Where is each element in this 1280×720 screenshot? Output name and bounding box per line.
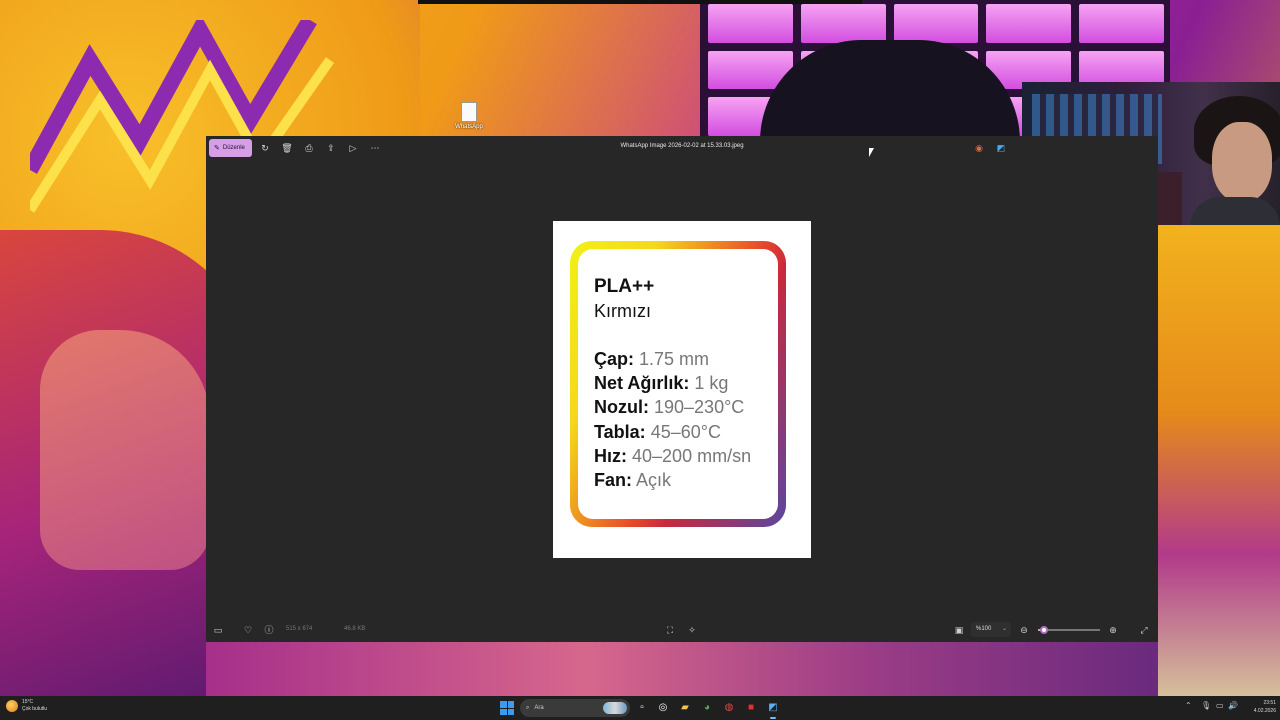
spec-diameter: Çap: 1.75 mm bbox=[594, 349, 710, 369]
spec-speed: Hız: 40–200 mm/sn bbox=[594, 445, 752, 466]
clock-time: 23:51 bbox=[1263, 700, 1276, 706]
zoom-slider[interactable] bbox=[1038, 626, 1100, 634]
taskbar-search[interactable]: ⌕ Ara bbox=[520, 699, 630, 717]
wallpaper-bottom bbox=[206, 642, 1158, 696]
weather-temp: 15°C bbox=[22, 699, 34, 705]
zoom-in-icon[interactable]: ⊕ bbox=[1107, 624, 1119, 636]
file-size: 46.8 KB bbox=[344, 626, 366, 632]
chevron-down-icon: ⌄ bbox=[1001, 626, 1007, 632]
image-canvas[interactable]: PLA++ Kırmızı Çap: 1.75 mm Net Ağırlık: … bbox=[206, 160, 1158, 618]
search-icon: ⌕ bbox=[526, 704, 530, 711]
filament-type: PLA++ bbox=[594, 276, 655, 297]
search-placeholder: Ara bbox=[534, 705, 544, 711]
wallpaper-right-panel bbox=[1157, 225, 1280, 696]
network-icon[interactable]: ▭ bbox=[1216, 701, 1224, 710]
photos-app-icon[interactable]: ◩ bbox=[765, 700, 781, 719]
chrome-icon[interactable]: ◕ bbox=[699, 700, 715, 716]
spec-bed: Tabla: 45–60°C bbox=[594, 421, 721, 442]
fullscreen-icon[interactable]: ⤢ bbox=[1138, 624, 1150, 636]
top-window-edge bbox=[418, 0, 862, 4]
wallpaper-hand bbox=[40, 330, 210, 570]
webcam-person-face bbox=[1212, 122, 1272, 202]
copilot-icon[interactable]: ◉ bbox=[973, 142, 985, 154]
info-icon[interactable]: ⓘ bbox=[263, 624, 275, 636]
filament-label-inner: PLA++ Kırmızı Çap: 1.75 mm Net Ağırlık: … bbox=[578, 249, 778, 519]
desktop-file-label: WhatsApp bbox=[455, 124, 483, 130]
recorder-icon[interactable]: ■ bbox=[743, 700, 759, 716]
spec-nozzle: Nozul: 190–230°C bbox=[594, 397, 745, 418]
crop-icon[interactable]: ⛶ bbox=[664, 624, 676, 636]
weather-icon bbox=[6, 700, 18, 712]
zoom-slider-thumb[interactable] bbox=[1040, 626, 1049, 634]
desktop-file-icon[interactable]: WhatsApp bbox=[452, 102, 486, 130]
enhance-icon[interactable]: ✧ bbox=[686, 624, 698, 636]
file-icon bbox=[461, 102, 477, 122]
image-dimensions: 515 x 674 bbox=[286, 626, 313, 632]
zoom-value: %100 bbox=[976, 626, 992, 632]
edit-with-app-icon[interactable]: ◩ bbox=[995, 142, 1007, 154]
task-view-icon[interactable]: ▫ bbox=[634, 700, 650, 716]
tray-overflow-icon[interactable]: ⌃ bbox=[1185, 701, 1192, 710]
zoom-select[interactable]: %100 ⌄ bbox=[971, 622, 1011, 637]
obs-icon[interactable]: ◎ bbox=[655, 700, 671, 716]
app-red-icon[interactable]: ◍ bbox=[721, 700, 737, 716]
filmstrip-icon[interactable]: ▭ bbox=[212, 624, 224, 636]
spec-weight: Net Ağırlık: 1 kg bbox=[594, 373, 729, 394]
weather-widget[interactable]: 15°C Çok bulutlu bbox=[6, 699, 47, 713]
mouse-cursor bbox=[869, 148, 874, 157]
filament-label: PLA++ Kırmızı Çap: 1.75 mm Net Ağırlık: … bbox=[570, 241, 786, 527]
file-explorer-icon[interactable]: ▰ bbox=[677, 700, 693, 716]
taskbar: 15°C Çok bulutlu ⌕ Ara ▫ ◎ ▰ ◕ ◍ ■ ◩ ⌃ 🎙… bbox=[0, 696, 1280, 720]
start-button[interactable] bbox=[500, 701, 514, 715]
window-title: WhatsApp Image 2026-02-02 at 15.33.03.jp… bbox=[620, 143, 744, 149]
spec-fan: Fan: Açık bbox=[594, 470, 672, 491]
favorite-heart-icon[interactable]: ♡ bbox=[242, 624, 254, 636]
displayed-image: PLA++ Kırmızı Çap: 1.75 mm Net Ağırlık: … bbox=[553, 221, 811, 558]
search-highlight-icon bbox=[603, 702, 627, 714]
clock-date: 4.02.2026 bbox=[1253, 708, 1276, 714]
weather-desc: Çok bulutlu bbox=[22, 706, 48, 712]
taskbar-clock[interactable]: 23:51 4.02.2026 bbox=[1236, 699, 1276, 715]
zoom-out-icon[interactable]: ⊖ bbox=[1018, 624, 1030, 636]
microphone-icon[interactable]: 🎙 bbox=[1201, 701, 1211, 710]
app-toolbar: ✎ Düzenle ↻ 🗑 ⎙ ⇪ ▷ ⋯ WhatsApp Image 202… bbox=[206, 136, 1158, 160]
app-statusbar: ▭ ♡ ⓘ 515 x 674 46.8 KB ⛶ ✧ ▣ %100 ⌄ ⊖ ⊕… bbox=[206, 618, 1158, 642]
filament-color: Kırmızı bbox=[594, 301, 651, 321]
weather-text: 15°C Çok bulutlu bbox=[22, 699, 47, 713]
fit-to-window-icon[interactable]: ▣ bbox=[953, 624, 965, 636]
webcam-person-body bbox=[1190, 197, 1280, 225]
photos-app-window: ✎ Düzenle ↻ 🗑 ⎙ ⇪ ▷ ⋯ WhatsApp Image 202… bbox=[206, 136, 1158, 642]
